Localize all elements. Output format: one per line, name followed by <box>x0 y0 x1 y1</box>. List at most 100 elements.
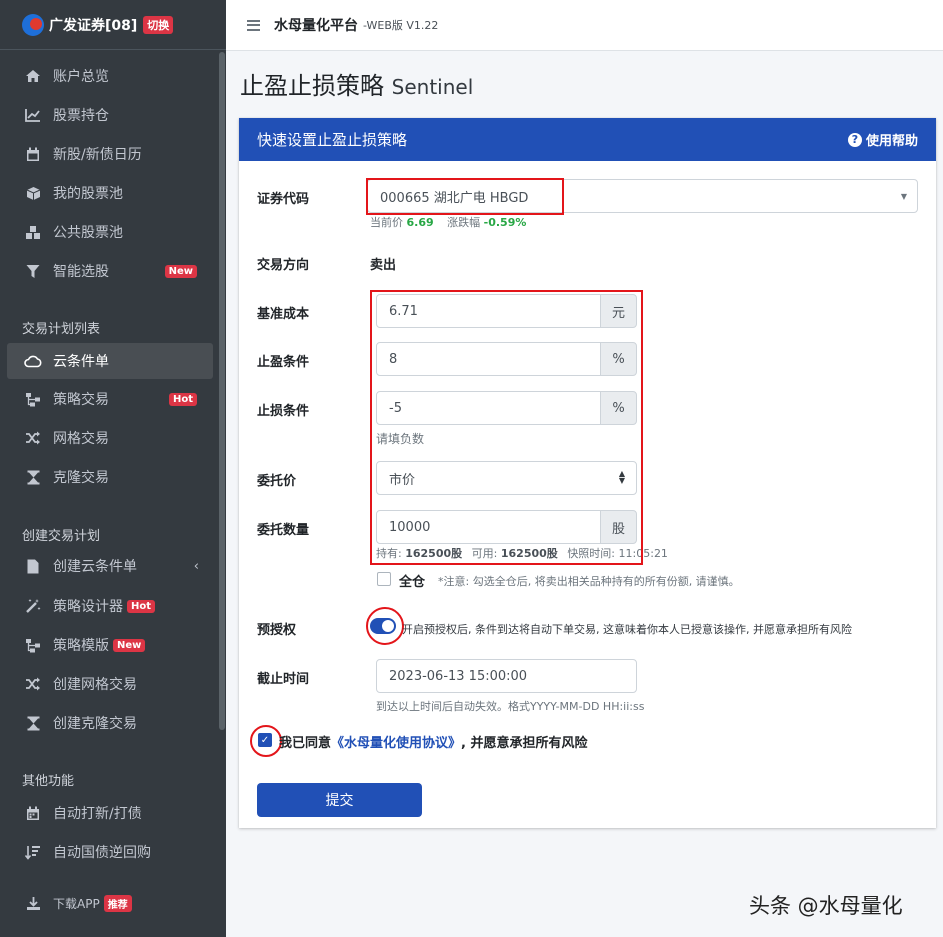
sidebar-item-label: 股票持仓 <box>53 108 109 124</box>
cubes-icon <box>24 223 42 241</box>
calendar-icon <box>24 804 42 822</box>
deadline-value: 2023-06-13 15:00:00 <box>389 668 528 684</box>
question-circle-icon: ? <box>847 132 862 147</box>
sidebar-item-strategy-designer[interactable]: 策略设计器 Hot <box>7 588 213 624</box>
full-position-note: *注意: 勾选全仓后, 将卖出相关品种持有的所有份额, 请谨慎。 <box>438 575 740 588</box>
sidebar-item-auto-reverse-repo[interactable]: 自动国债逆回购 <box>7 834 213 870</box>
help-label: 使用帮助 <box>865 134 918 149</box>
sidebar-item-label: 策略交易 <box>53 392 109 408</box>
sidebar-item-download-app[interactable]: 下载APP 推荐 <box>7 885 213 921</box>
sidebar-item-grid-trading[interactable]: 网格交易 <box>7 420 213 456</box>
sidebar-item-strategy-template[interactable]: 策略模版 New <box>7 627 213 663</box>
sitemap-icon <box>24 390 42 408</box>
sidebar-item-label: 新股/新债日历 <box>53 147 142 163</box>
broker-name: 广发证券[08] <box>49 17 138 34</box>
file-icon <box>24 557 42 575</box>
sidebar-item-account-overview[interactable]: 账户总览 <box>7 58 213 94</box>
card-header: 快速设置止盈止损策略 ? 使用帮助 <box>239 118 936 161</box>
agreement-text: 我已同意《水母量化使用协议》, 并愿意承担所有风险 <box>279 732 588 751</box>
magic-icon <box>24 597 42 615</box>
watermark: 头条 @水母量化 <box>749 894 903 918</box>
sort-icon <box>24 843 42 861</box>
sidebar-item-label: 策略设计器 <box>53 599 123 615</box>
sidebar-item-ipo-calendar[interactable]: 新股/新债日历 <box>7 136 213 172</box>
agreement-link[interactable]: 《水母量化使用协议》 <box>331 736 461 751</box>
download-icon <box>24 894 42 912</box>
sidebar-item-create-grid-trading[interactable]: 创建网格交易 <box>7 666 213 702</box>
sidebar-item-public-stock-pool[interactable]: 公共股票池 <box>7 214 213 250</box>
page-title-cn: 止盈止损策略 <box>240 72 384 100</box>
calendar-icon <box>24 145 42 163</box>
page-title-en: Sentinel <box>391 75 474 99</box>
highlight-params <box>370 290 643 565</box>
sidebar-item-label: 自动打新/打债 <box>53 806 142 822</box>
sidebar-item-label: 网格交易 <box>53 431 109 447</box>
platform-version: -WEB版 V1.22 <box>363 19 439 32</box>
sidebar-item-label: 创建网格交易 <box>53 677 137 693</box>
current-price-label: 当前价 <box>370 216 403 229</box>
sidebar-item-clone-trading[interactable]: 克隆交易 <box>7 459 213 495</box>
sidebar-section-other: 其他功能 <box>22 774 75 789</box>
agree-suffix: , 并愿意承担所有风险 <box>461 736 588 751</box>
menu-toggle-icon[interactable] <box>247 19 260 31</box>
sidebar-item-create-clone-trading[interactable]: 创建克隆交易 <box>7 705 213 741</box>
deadline-hint: 到达以上时间后自动失效。格式YYYY-MM-DD HH:ii:ss <box>376 700 645 713</box>
sidebar-item-cloud-conditional-order[interactable]: 云条件单 <box>7 343 213 379</box>
deadline-label: 截止时间 <box>257 672 310 687</box>
order-price-label: 委托价 <box>257 474 297 489</box>
security-code-label: 证券代码 <box>257 192 310 207</box>
deadline-input[interactable]: 2023-06-13 15:00:00 <box>376 659 637 693</box>
sidebar-item-auto-ipo[interactable]: 自动打新/打债 <box>7 795 213 831</box>
help-link[interactable]: ? 使用帮助 <box>847 130 918 149</box>
new-badge: New <box>113 638 146 652</box>
hourglass-icon <box>24 468 42 486</box>
sidebar-item-label: 智能选股 <box>53 264 109 280</box>
take-profit-label: 止盈条件 <box>257 355 310 370</box>
sitemap-icon <box>24 636 42 654</box>
hot-badge: Hot <box>127 599 156 613</box>
sidebar-item-label: 云条件单 <box>53 354 109 370</box>
page-title: 止盈止损策略 Sentinel <box>240 66 473 101</box>
switch-account-button[interactable]: 切换 <box>143 15 174 34</box>
random-icon <box>24 429 42 447</box>
change-value: -0.59% <box>483 216 527 229</box>
change-label: 涨跌幅 <box>447 216 481 229</box>
sidebar-scrollbar[interactable] <box>219 52 225 730</box>
top-navbar: 水母量化平台 -WEB版 V1.22 <box>226 0 943 51</box>
agree-prefix: 我已同意 <box>279 736 332 751</box>
price-info: 当前价 6.69 涨跌幅 -0.59% <box>370 214 526 230</box>
sidebar-item-create-cloud-order[interactable]: 创建云条件单 ‹ <box>7 548 213 584</box>
sidebar-item-label: 自动国债逆回购 <box>53 845 151 861</box>
chart-line-icon <box>24 106 42 124</box>
recommend-badge: 推荐 <box>103 894 132 912</box>
full-position-label: 全仓 <box>399 575 426 590</box>
full-position-checkbox[interactable] <box>377 572 391 586</box>
base-cost-label: 基准成本 <box>257 307 310 322</box>
sidebar-item-label: 公共股票池 <box>53 225 123 241</box>
submit-button[interactable]: 提交 <box>257 783 422 817</box>
home-icon <box>24 67 42 85</box>
sidebar-item-label: 下载APP <box>53 896 100 911</box>
stop-loss-label: 止损条件 <box>257 404 310 419</box>
sidebar-item-label: 账户总览 <box>53 69 109 85</box>
new-badge: New <box>164 264 197 278</box>
sidebar-item-my-stock-pool[interactable]: 我的股票池 <box>7 175 213 211</box>
hot-badge: Hot <box>168 392 197 406</box>
sidebar-section-plan-list: 交易计划列表 <box>22 322 101 337</box>
caret-down-icon: ▼ <box>900 191 907 201</box>
sidebar-section-create-plan: 创建交易计划 <box>22 529 101 544</box>
sidebar-item-smart-screener[interactable]: 智能选股 New <box>7 253 213 289</box>
chevron-left-icon[interactable]: ‹ <box>194 559 199 574</box>
filter-icon <box>24 262 42 280</box>
cloud-icon <box>24 352 42 370</box>
sidebar-item-label: 我的股票池 <box>53 186 123 202</box>
sidebar-item-label: 克隆交易 <box>53 470 109 486</box>
sidebar-item-stock-holdings[interactable]: 股票持仓 <box>7 97 213 133</box>
sidebar-item-strategy-trading[interactable]: 策略交易 Hot <box>7 381 213 417</box>
random-icon <box>24 675 42 693</box>
preauth-label: 预授权 <box>257 623 297 638</box>
preauth-text: 开启预授权后, 条件到达将自动下单交易, 这意味着你本人已授意该操作, 并愿意承… <box>402 623 852 636</box>
direction-value: 卖出 <box>370 258 397 273</box>
card-title: 快速设置止盈止损策略 <box>257 131 408 149</box>
broker-logo-icon <box>22 13 44 36</box>
